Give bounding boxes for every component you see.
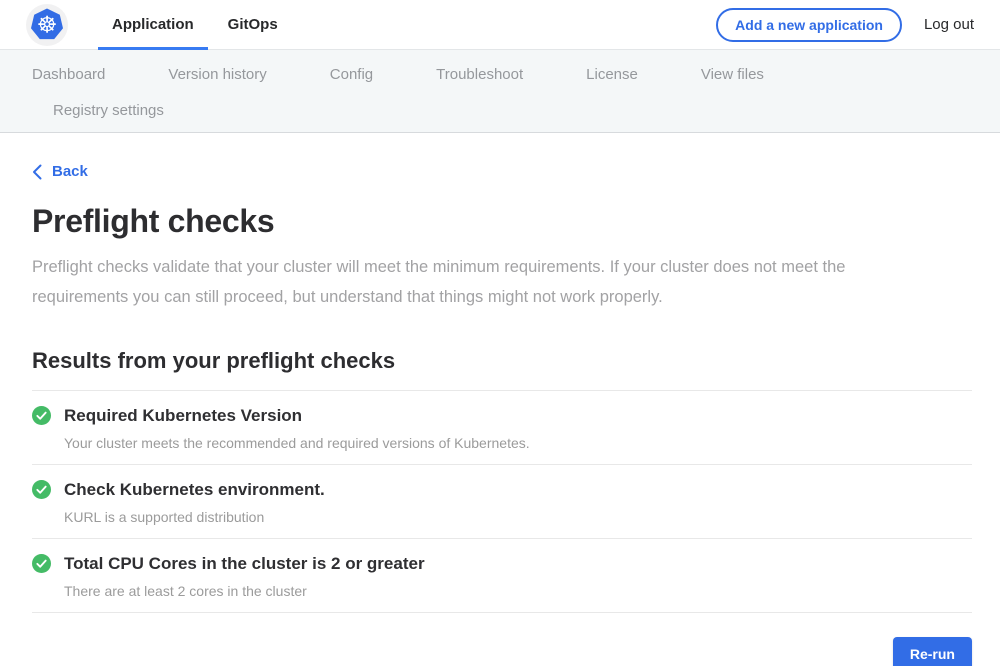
kubernetes-logo-icon: ☸ [26, 4, 68, 46]
svg-text:☸: ☸ [37, 12, 58, 38]
check-description: KURL is a supported distribution [64, 509, 972, 525]
subnav-row-2: Registry settings [0, 94, 1000, 126]
tab-gitops[interactable]: GitOps [214, 0, 292, 49]
page-description: Preflight checks validate that your clus… [32, 252, 944, 312]
subnav-item-config[interactable]: Config [330, 66, 373, 83]
subnav-item-troubleshoot[interactable]: Troubleshoot [436, 66, 523, 83]
check-circle-icon [32, 406, 51, 425]
check-circle-icon [32, 554, 51, 573]
back-link[interactable]: Back [32, 163, 88, 180]
check-description: Your cluster meets the recommended and r… [64, 435, 972, 451]
rerun-button[interactable]: Re-run [893, 637, 972, 666]
footer-actions: Re-run [32, 637, 972, 666]
check-item-kubernetes-version: Required Kubernetes Version Your cluster… [32, 391, 972, 465]
subnav-item-dashboard[interactable]: Dashboard [32, 66, 105, 83]
page-title: Preflight checks [32, 203, 972, 240]
subnav-item-registry-settings[interactable]: Registry settings [53, 102, 164, 119]
check-item-kubernetes-environment: Check Kubernetes environment. KURL is a … [32, 465, 972, 539]
check-item-cpu-cores: Total CPU Cores in the cluster is 2 or g… [32, 539, 972, 613]
check-title: Required Kubernetes Version [64, 406, 302, 426]
check-circle-icon [32, 480, 51, 499]
app-subnav: Dashboard Version history Config Trouble… [0, 50, 1000, 133]
check-title: Total CPU Cores in the cluster is 2 or g… [64, 554, 425, 574]
preflight-check-list: Required Kubernetes Version Your cluster… [32, 391, 972, 613]
add-new-application-button[interactable]: Add a new application [716, 8, 902, 42]
header-tabs: Application GitOps [98, 0, 292, 49]
check-title: Check Kubernetes environment. [64, 480, 325, 500]
subnav-item-license[interactable]: License [586, 66, 638, 83]
tab-application[interactable]: Application [98, 0, 208, 49]
chevron-left-icon [32, 164, 42, 180]
back-label: Back [52, 163, 88, 180]
top-header: ☸ Application GitOps Add a new applicati… [0, 0, 1000, 50]
header-right: Add a new application Log out [716, 8, 1000, 42]
results-heading: Results from your preflight checks [32, 348, 972, 374]
subnav-item-view-files[interactable]: View files [701, 66, 764, 83]
check-description: There are at least 2 cores in the cluste… [64, 583, 972, 599]
subnav-row-1: Dashboard Version history Config Trouble… [0, 58, 1000, 90]
subnav-item-version-history[interactable]: Version history [168, 66, 266, 83]
main-content: Back Preflight checks Preflight checks v… [0, 133, 1000, 666]
logout-link[interactable]: Log out [924, 16, 974, 33]
